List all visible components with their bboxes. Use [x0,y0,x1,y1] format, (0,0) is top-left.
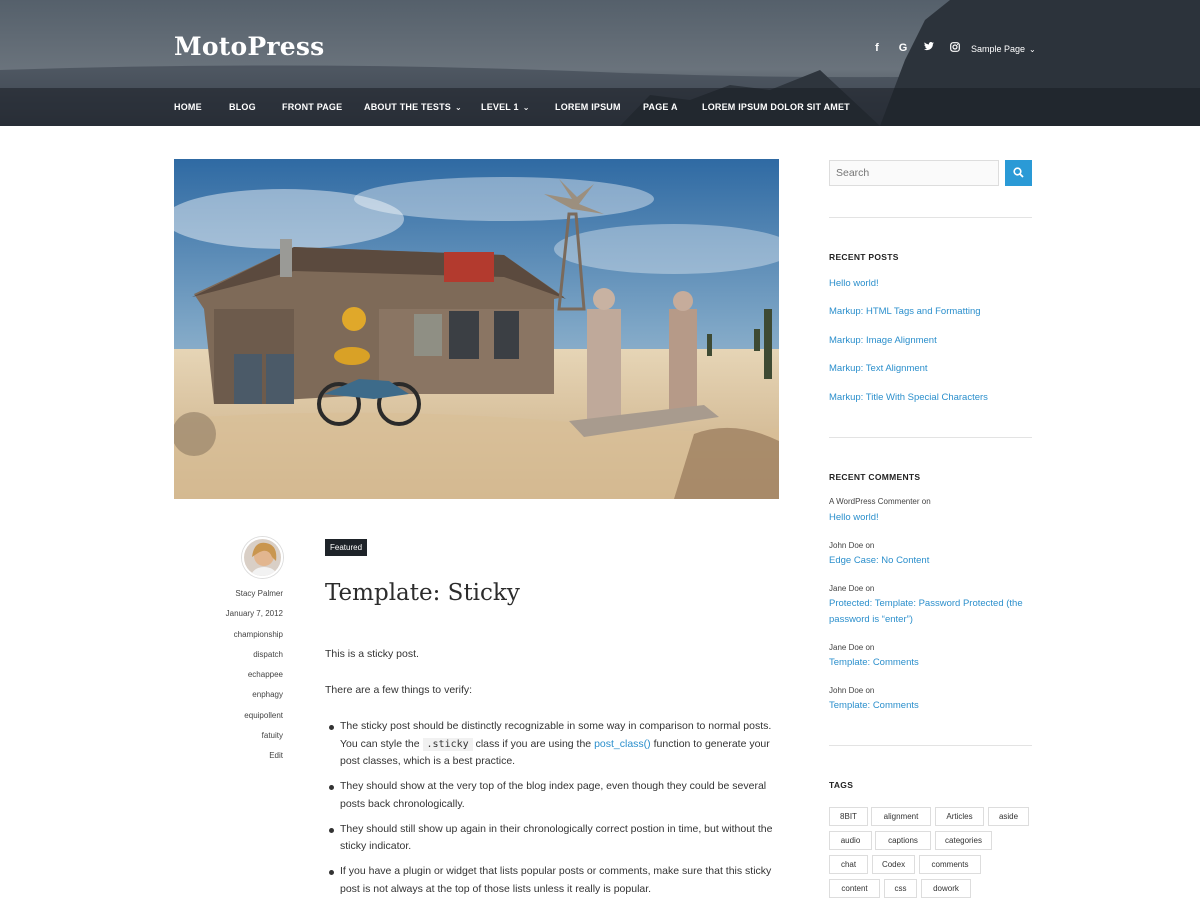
list-item: They should still show up again in their… [328,821,778,856]
nav-item-lorem-ipsum[interactable]: LOREM IPSUM [555,102,621,112]
tag-link[interactable]: captions [875,831,931,850]
tag-link[interactable]: comments [919,855,981,874]
divider [829,217,1032,218]
site-header: MotoPress f G Sample Page ⌄ HOME BLOG FRO… [0,0,1200,126]
recent-post-link[interactable]: Markup: HTML Tags and Formatting [829,306,981,317]
tag-link[interactable]: categories [935,831,992,850]
search-button[interactable] [1005,160,1032,186]
post-checklist: The sticky post should be distinctly rec… [328,718,778,900]
tag-link[interactable]: Codex [872,855,915,874]
post-class-link[interactable]: post_class() [594,738,651,750]
nav-label: LEVEL 1 [481,102,519,112]
comment-author: Jane Doe on [829,643,875,652]
search-icon [1013,167,1024,178]
recent-post-link[interactable]: Hello world! [829,278,879,289]
post-meta: Stacy Palmer January 7, 2012 championshi… [180,588,283,771]
recent-post-link[interactable]: Markup: Image Alignment [829,335,937,346]
comment-post-link[interactable]: Template: Comments [829,698,1034,714]
nav-item-lorem-ipsum-dolor-sit-amet[interactable]: LOREM IPSUM DOLOR SIT AMET [702,102,850,112]
nav-item-level-1[interactable]: LEVEL 1 ⌄ [481,102,530,112]
comment-author: John Doe on [829,541,875,550]
nav-item-home[interactable]: HOME [174,102,202,112]
comment-author: A WordPress Commenter on [829,497,931,506]
site-title[interactable]: MotoPress [174,32,324,61]
comment-post-link[interactable]: Template: Comments [829,655,1034,671]
featured-image [174,159,779,499]
comment-post-link[interactable]: Hello world! [829,510,1034,526]
twitter-icon[interactable] [916,42,942,55]
chevron-down-icon: ⌄ [1029,45,1036,54]
post-paragraph: There are a few things to verify: [325,684,473,696]
recent-posts-title: RECENT POSTS [829,252,899,262]
tag-link[interactable]: Articles [935,807,984,826]
tag-link[interactable]: aside [988,807,1029,826]
divider [829,437,1032,438]
author-avatar[interactable] [242,537,283,578]
post-tag[interactable]: enphagy [180,689,283,709]
recent-post-link[interactable]: Markup: Text Alignment [829,363,928,374]
sample-page-label: Sample Page [971,44,1026,54]
recent-post-link[interactable]: Markup: Title With Special Characters [829,392,988,403]
tag-link[interactable]: dowork [921,879,971,898]
chevron-down-icon: ⌄ [455,103,462,112]
nav-item-front-page[interactable]: FRONT PAGE [282,102,342,112]
nav-item-blog[interactable]: BLOG [229,102,256,112]
post-tag[interactable]: fatuity [180,730,283,750]
nav-item-page-a[interactable]: PAGE A [643,102,678,112]
list-item-text: class if you are using the [472,737,595,750]
tag-link[interactable]: 8BIT [829,807,868,826]
search-input[interactable] [829,160,999,186]
tag-link[interactable]: alignment [871,807,931,826]
list-item: The sticky post should be distinctly rec… [328,718,778,771]
chevron-down-icon: ⌄ [522,103,530,112]
edit-link[interactable]: Edit [180,750,283,770]
post-tag[interactable]: equipollent [180,710,283,730]
post-paragraph: This is a sticky post. [325,648,419,660]
post-tag[interactable]: dispatch [180,649,283,669]
post-tag[interactable]: championship [180,629,283,649]
list-item: If you have a plugin or widget that list… [328,863,778,898]
post-author[interactable]: Stacy Palmer [180,588,283,608]
tag-link[interactable]: chat [829,855,868,874]
tag-link[interactable]: css [884,879,917,898]
divider [829,745,1032,746]
tags-title: TAGS [829,780,854,790]
primary-navigation: HOME BLOG FRONT PAGE ABOUT THE TESTS ⌄ LE… [0,88,1200,126]
recent-comments-title: RECENT COMMENTS [829,472,921,482]
comment-author: John Doe on [829,686,875,695]
post-date[interactable]: January 7, 2012 [180,608,283,628]
featured-badge: Featured [325,539,368,556]
nav-label: ABOUT THE TESTS [364,102,452,112]
nav-item-about-the-tests[interactable]: ABOUT THE TESTS ⌄ [364,102,462,112]
post-title[interactable]: Template: Sticky [325,580,520,606]
google-icon[interactable]: G [890,42,916,55]
list-item: They should show at the very top of the … [328,778,778,813]
facebook-icon[interactable]: f [864,42,890,55]
post-tag[interactable]: echappee [180,669,283,689]
social-links: f G [864,42,968,55]
tag-link[interactable]: audio [829,831,872,850]
comment-post-link[interactable]: Protected: Template: Password Protected … [829,596,1034,627]
comment-post-link[interactable]: Edge Case: No Content [829,553,1034,569]
tag-link[interactable]: content [829,879,880,898]
inline-code: .sticky [422,737,473,751]
instagram-icon[interactable] [942,42,968,55]
sample-page-menu[interactable]: Sample Page ⌄ [971,44,1036,54]
comment-author: Jane Doe on [829,584,875,593]
